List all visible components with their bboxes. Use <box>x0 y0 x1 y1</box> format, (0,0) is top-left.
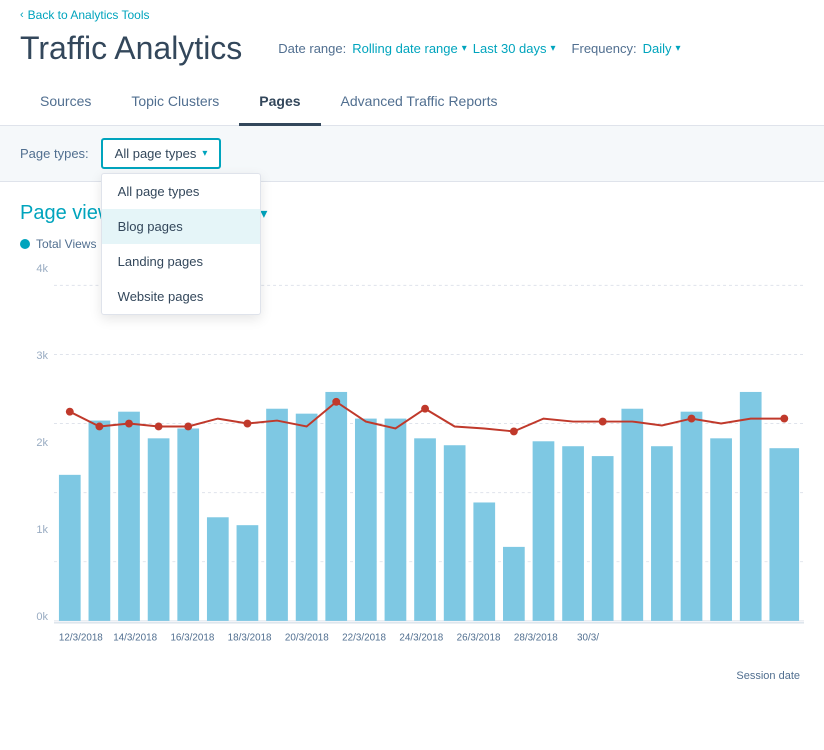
line-dot-9 <box>510 427 518 435</box>
page-type-dropdown-button[interactable]: All page types ▾ <box>101 138 222 169</box>
x-label-2: 14/3/2018 <box>113 633 157 644</box>
chart-wrapper: 0k 1k 2k 3k 4k <box>20 263 804 682</box>
bar-3 <box>118 412 140 621</box>
caret-down-icon: ▾ <box>202 148 207 159</box>
bar-10 <box>325 392 347 621</box>
x-label-3: 16/3/2018 <box>170 633 214 644</box>
tab-topic-clusters[interactable]: Topic Clusters <box>111 79 239 126</box>
dropdown-item-all[interactable]: All page types <box>102 174 260 209</box>
x-label-5: 20/3/2018 <box>285 633 329 644</box>
filter-bar: Page types: All page types ▾ All page ty… <box>0 126 824 182</box>
bar-22 <box>681 412 703 621</box>
page-type-selected-value: All page types <box>115 146 197 161</box>
date-range-group: Date range: Rolling date range ▾ Last 30… <box>278 41 555 56</box>
bar-4 <box>148 438 170 621</box>
x-label-9: 28/3/2018 <box>514 633 558 644</box>
caret-icon: ▾ <box>462 43 467 54</box>
bar-15 <box>473 502 495 620</box>
bar-21 <box>651 446 673 621</box>
x-label-7: 24/3/2018 <box>399 633 443 644</box>
date-range-label: Date range: <box>278 41 346 56</box>
y-label-1k: 1k <box>36 524 48 536</box>
x-label-1: 12/3/2018 <box>59 633 103 644</box>
x-axis-title: Session date <box>54 670 804 682</box>
tab-pages[interactable]: Pages <box>239 79 320 126</box>
y-label-0k: 0k <box>36 611 48 623</box>
bar-14 <box>444 445 466 621</box>
bar-25 <box>769 448 799 621</box>
line-dot-6 <box>243 420 251 428</box>
legend-dot-total-views <box>20 239 30 249</box>
line-dot-11 <box>688 415 696 423</box>
y-label-2k: 2k <box>36 437 48 449</box>
bar-24 <box>740 392 762 621</box>
bar-7 <box>237 525 259 621</box>
y-label-4k: 4k <box>36 263 48 275</box>
line-dot-12 <box>780 415 788 423</box>
bar-8 <box>266 409 288 621</box>
line-dot-8 <box>421 405 429 413</box>
chart-title-caret-icon[interactable]: ▾ <box>260 205 267 222</box>
bar-17 <box>533 441 555 621</box>
header-controls: Date range: Rolling date range ▾ Last 30… <box>278 41 680 56</box>
line-dot-7 <box>332 398 340 406</box>
legend-label-total-views: Total Views <box>36 237 96 251</box>
bar-5 <box>177 428 199 620</box>
back-link-label: Back to Analytics Tools <box>28 8 150 22</box>
bar-19 <box>592 456 614 621</box>
bar-13 <box>414 438 436 621</box>
line-dot-5 <box>184 423 192 431</box>
bar-18 <box>562 446 584 621</box>
bar-9 <box>296 414 318 621</box>
frequency-group: Frequency: Daily ▾ <box>572 41 681 56</box>
bar-11 <box>355 419 377 621</box>
x-label-4: 18/3/2018 <box>228 633 272 644</box>
x-label-8: 26/3/2018 <box>457 633 501 644</box>
bar-6 <box>207 517 229 621</box>
page-type-dropdown-container: All page types ▾ All page types Blog pag… <box>101 138 222 169</box>
bar-16 <box>503 547 525 621</box>
page-title: Traffic Analytics <box>20 30 242 67</box>
chart-svg-container: 12/3/2018 14/3/2018 16/3/2018 18/3/2018 … <box>54 263 804 682</box>
date-range-type-dropdown[interactable]: Rolling date range ▾ <box>352 41 467 56</box>
line-dot-1 <box>66 408 74 416</box>
tab-advanced[interactable]: Advanced Traffic Reports <box>321 79 518 126</box>
dropdown-item-website[interactable]: Website pages <box>102 279 260 314</box>
line-dot-10 <box>599 418 607 426</box>
line-dot-2 <box>95 423 103 431</box>
bar-23 <box>710 438 732 621</box>
chevron-left-icon: ‹ <box>20 9 24 21</box>
caret-icon: ▾ <box>676 43 681 54</box>
line-dot-4 <box>155 423 163 431</box>
chart-svg: 12/3/2018 14/3/2018 16/3/2018 18/3/2018 … <box>54 263 804 663</box>
navigation-tabs: Sources Topic Clusters Pages Advanced Tr… <box>0 79 824 126</box>
bar-2 <box>89 421 111 621</box>
line-dot-3 <box>125 420 133 428</box>
date-range-period-dropdown[interactable]: Last 30 days ▾ <box>473 41 556 56</box>
frequency-dropdown[interactable]: Daily ▾ <box>643 41 681 56</box>
back-to-analytics-link[interactable]: ‹ Back to Analytics Tools <box>0 0 824 26</box>
x-label-6: 22/3/2018 <box>342 633 386 644</box>
y-axis: 0k 1k 2k 3k 4k <box>20 263 48 643</box>
page-type-dropdown-menu: All page types Blog pages Landing pages … <box>101 173 261 315</box>
dropdown-item-blog[interactable]: Blog pages <box>102 209 260 244</box>
x-label-10: 30/3/ <box>577 633 599 644</box>
page-header: Traffic Analytics Date range: Rolling da… <box>0 26 824 79</box>
caret-icon: ▾ <box>551 43 556 54</box>
page-type-filter-label: Page types: <box>20 146 89 161</box>
y-label-3k: 3k <box>36 350 48 362</box>
tab-sources[interactable]: Sources <box>20 79 111 126</box>
dropdown-item-landing[interactable]: Landing pages <box>102 244 260 279</box>
bar-20 <box>621 409 643 621</box>
bar-12 <box>385 419 407 621</box>
bar-1 <box>59 475 81 621</box>
frequency-label: Frequency: <box>572 41 637 56</box>
